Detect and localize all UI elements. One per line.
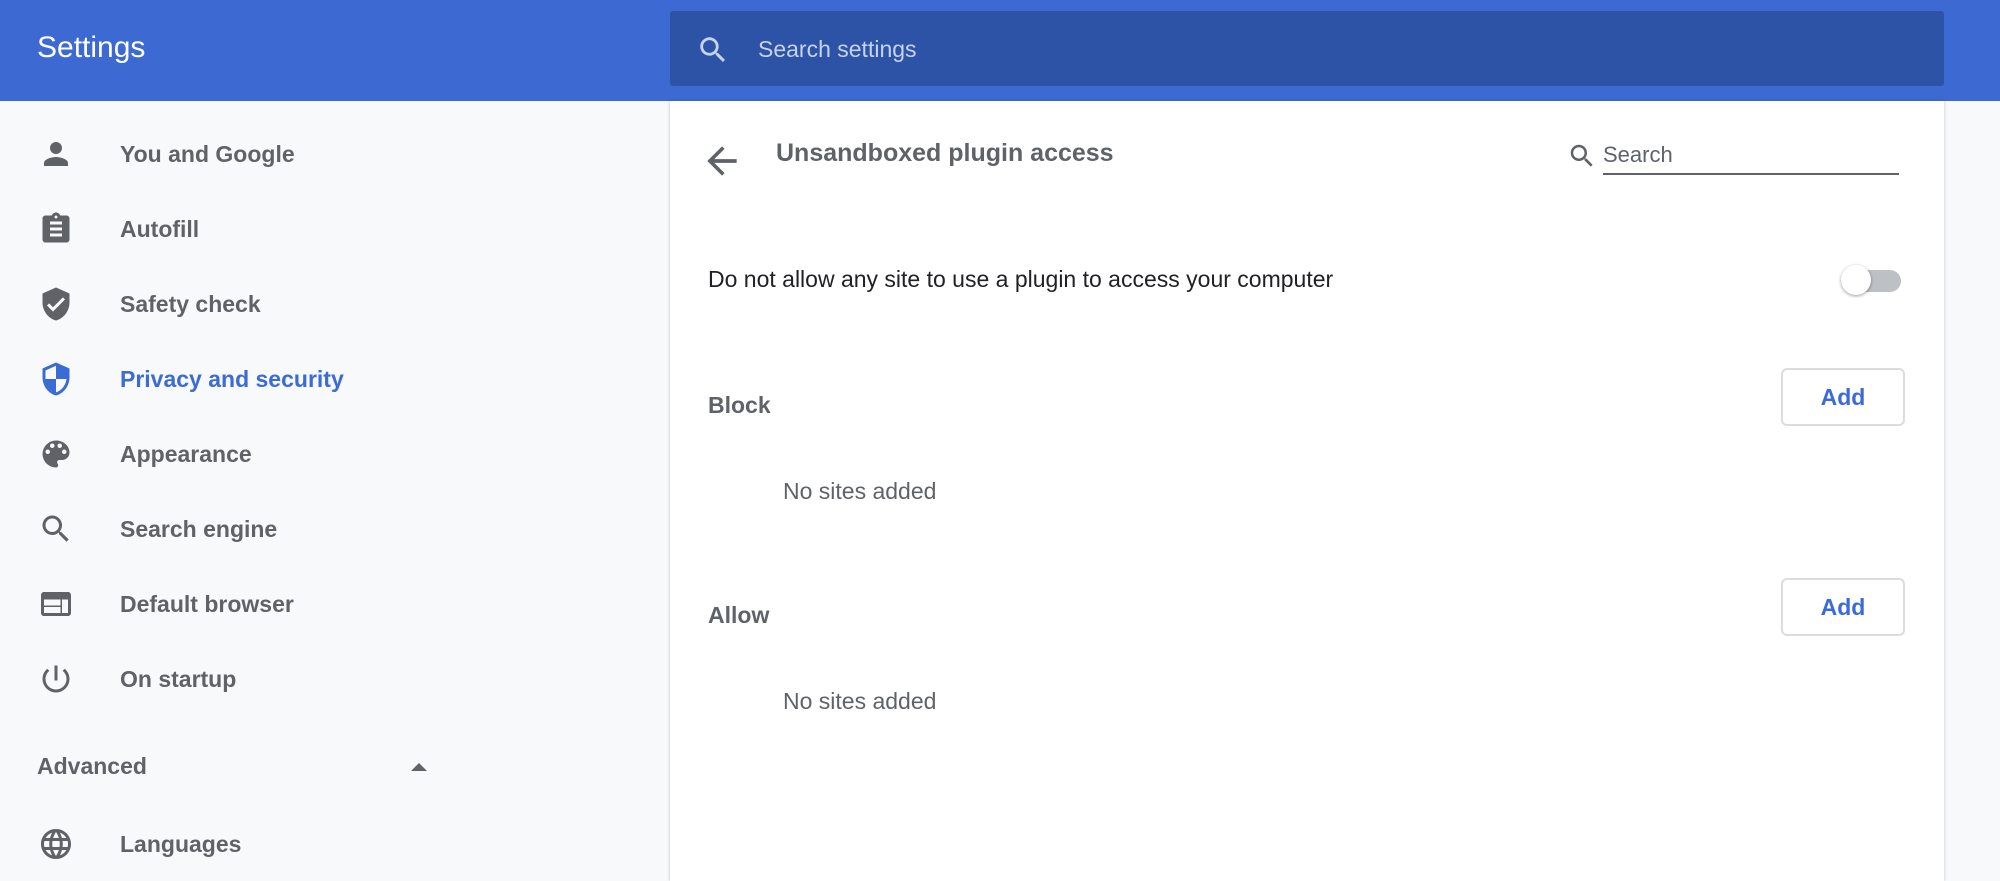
palette-icon bbox=[38, 436, 74, 472]
block-empty-message: No sites added bbox=[783, 478, 937, 504]
search-icon bbox=[1567, 141, 1597, 171]
sidebar-item-label: Autofill bbox=[120, 215, 200, 242]
shield-half-icon bbox=[38, 361, 74, 397]
sidebar-item-autofill[interactable]: Autofill bbox=[0, 199, 440, 259]
person-icon bbox=[38, 136, 74, 172]
sidebar-item-label: Search engine bbox=[120, 515, 278, 542]
top-bar: Settings bbox=[0, 0, 2000, 101]
back-button[interactable] bbox=[700, 139, 744, 183]
plugin-access-toggle[interactable] bbox=[1841, 262, 1901, 295]
sidebar-item-label: You and Google bbox=[120, 140, 295, 167]
sidebar-item-label: Privacy and security bbox=[120, 365, 344, 392]
clipboard-icon bbox=[38, 211, 74, 247]
advanced-label: Advanced bbox=[37, 753, 147, 779]
arrow-back-icon bbox=[700, 139, 744, 183]
sidebar-item-search-engine[interactable]: Search engine bbox=[0, 499, 440, 559]
sidebar-item-safety-check[interactable]: Safety check bbox=[0, 274, 440, 334]
advanced-section-toggle[interactable]: Advanced bbox=[37, 745, 427, 789]
page-title: Unsandboxed plugin access bbox=[776, 139, 1114, 167]
sidebar-item-you-and-google[interactable]: You and Google bbox=[0, 124, 440, 184]
sidebar-item-label: Appearance bbox=[120, 440, 252, 467]
toggle-knob bbox=[1841, 265, 1871, 295]
power-icon bbox=[38, 661, 74, 697]
globe-icon bbox=[38, 826, 74, 862]
sidebar-item-privacy-and-security[interactable]: Privacy and security bbox=[0, 349, 440, 409]
plugin-toggle-label: Do not allow any site to use a plugin to… bbox=[708, 266, 1334, 292]
caret-up-icon bbox=[411, 763, 427, 771]
browser-window-icon bbox=[38, 586, 74, 622]
block-section-title: Block bbox=[708, 392, 771, 418]
allow-add-button[interactable]: Add bbox=[1781, 578, 1905, 636]
sidebar-item-on-startup[interactable]: On startup bbox=[0, 649, 440, 709]
sidebar-item-label: Default browser bbox=[120, 590, 294, 617]
site-search-input[interactable] bbox=[1603, 137, 1899, 175]
sidebar: You and Google Autofill Safety check Pri… bbox=[0, 101, 670, 868]
allow-empty-message: No sites added bbox=[783, 688, 937, 714]
shield-check-icon bbox=[38, 286, 74, 322]
app-title: Settings bbox=[37, 31, 146, 64]
sidebar-item-label: Safety check bbox=[120, 290, 261, 317]
site-search-box[interactable] bbox=[1567, 135, 1907, 179]
settings-card: Unsandboxed plugin access Do not allow a… bbox=[670, 101, 1944, 881]
allow-section-title: Allow bbox=[708, 602, 770, 628]
settings-search-input[interactable] bbox=[756, 25, 1860, 73]
search-icon bbox=[696, 33, 730, 67]
sidebar-item-label: On startup bbox=[120, 665, 237, 692]
block-add-button[interactable]: Add bbox=[1781, 368, 1905, 426]
sidebar-item-default-browser[interactable]: Default browser bbox=[0, 574, 440, 634]
sidebar-item-languages[interactable]: Languages bbox=[0, 814, 440, 874]
settings-search-box[interactable] bbox=[670, 11, 1944, 86]
sidebar-item-label: Languages bbox=[120, 830, 242, 857]
search-icon bbox=[38, 511, 74, 547]
sidebar-item-appearance[interactable]: Appearance bbox=[0, 424, 440, 484]
